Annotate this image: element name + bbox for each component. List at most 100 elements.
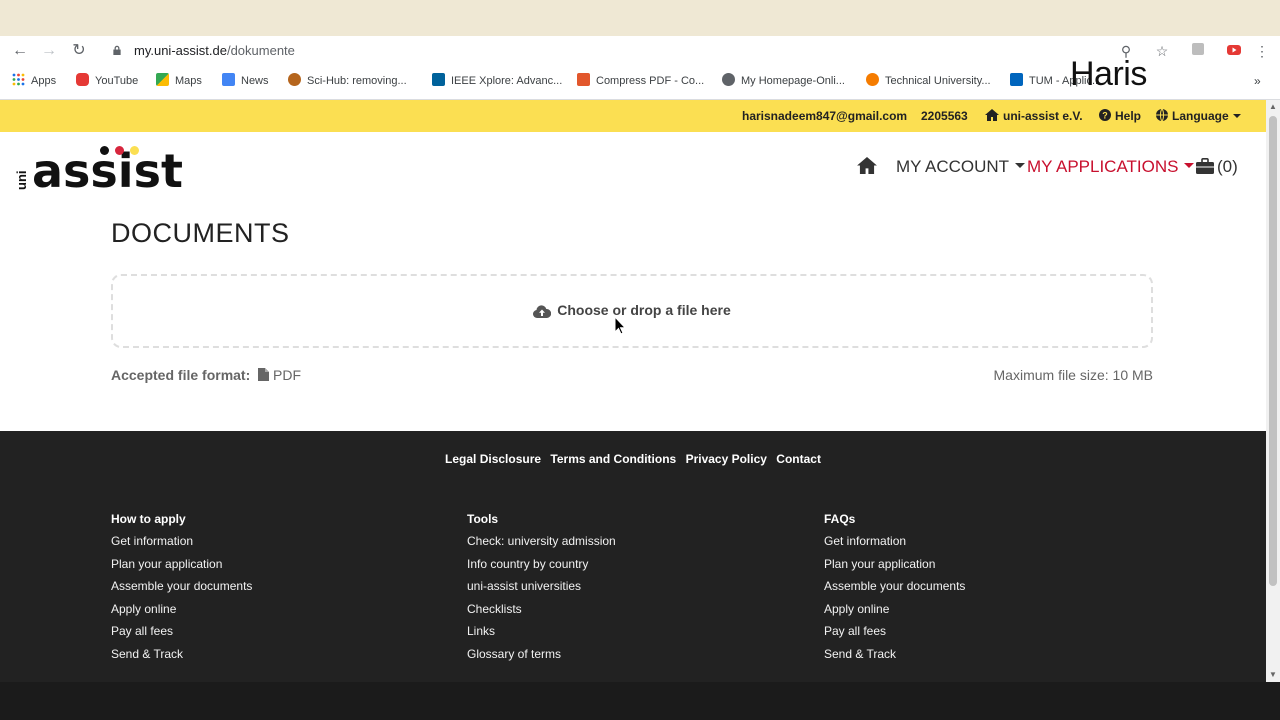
logo-dot-red — [115, 146, 124, 155]
my-applications-label: MY APPLICATIONS — [1027, 157, 1179, 176]
url-domain: my.uni-assist.de — [134, 43, 227, 58]
footer-link[interactable]: Checklists — [467, 602, 616, 625]
bookmark-apps[interactable]: Apps — [12, 73, 56, 89]
bookmark-label: Technical University... — [885, 75, 991, 87]
help-label: Help — [1115, 109, 1142, 123]
footer-link[interactable]: Assemble your documents — [824, 579, 965, 602]
bookmarks-overflow-icon[interactable]: » — [1254, 73, 1261, 89]
menu-kebab-icon[interactable]: ⋮ — [1252, 41, 1272, 61]
bookmark-label: Compress PDF - Co... — [596, 75, 705, 87]
mouse-pointer-icon — [614, 316, 626, 335]
pdf-icon — [577, 73, 590, 86]
language-dropdown[interactable]: Language — [1156, 108, 1241, 123]
max-file-size: Maximum file size: 10 MB — [993, 367, 1153, 383]
footer-link[interactable]: Get information — [824, 534, 965, 557]
back-arrow-icon[interactable]: ← — [9, 41, 31, 61]
my-applications-dropdown[interactable]: MY APPLICATIONS — [1027, 156, 1195, 178]
bookmark-label: My Homepage-Onli... — [741, 75, 845, 87]
bookmark-label: News — [241, 75, 269, 87]
youtube-extension-icon[interactable] — [1216, 41, 1252, 61]
help-link[interactable]: ? Help — [1099, 109, 1141, 123]
footer-link[interactable]: Get information — [111, 534, 252, 557]
legal-disclosure-link[interactable]: Legal Disclosure — [445, 452, 541, 466]
page-scrollbar[interactable]: ▲ ▼ — [1266, 100, 1280, 682]
page-title: DOCUMENTS — [111, 218, 290, 248]
org-home-link[interactable]: uni-assist e.V. — [985, 109, 1083, 123]
news-icon — [222, 73, 235, 86]
footer-link[interactable]: Links — [467, 624, 616, 647]
question-circle-icon: ? — [1099, 109, 1111, 121]
globe-icon — [1156, 108, 1168, 122]
terms-link[interactable]: Terms and Conditions — [550, 452, 676, 466]
footer-link[interactable]: Plan your application — [111, 557, 252, 580]
star-icon[interactable]: ☆ — [1144, 41, 1180, 61]
footer-link[interactable]: Send & Track — [111, 647, 252, 670]
footer-link[interactable]: Check: university admission — [467, 534, 616, 557]
scroll-up-arrow-icon[interactable]: ▲ — [1269, 103, 1277, 111]
apps-grid-icon — [12, 73, 25, 86]
forward-arrow-icon[interactable]: → — [38, 41, 60, 61]
footer-column-faqs: FAQs Get information Plan your applicati… — [824, 512, 965, 670]
dropzone-label-wrap: Choose or drop a file here — [113, 302, 1151, 318]
bookmark-compress-pdf[interactable]: Compress PDF - Co... — [577, 73, 704, 89]
scroll-down-arrow-icon[interactable]: ▼ — [1269, 671, 1277, 679]
bookmark-maps[interactable]: Maps — [156, 73, 202, 89]
accepted-file-format: Accepted file format: PDF — [111, 367, 301, 383]
chevron-down-icon — [1184, 163, 1195, 168]
bookmark-technical-university[interactable]: Technical University... — [866, 73, 991, 89]
my-account-label: MY ACCOUNT — [896, 157, 1010, 176]
svg-text:?: ? — [1102, 111, 1108, 121]
language-label: Language — [1172, 109, 1229, 123]
file-dropzone[interactable]: Choose or drop a file here — [111, 274, 1153, 348]
footer-link[interactable]: Glossary of terms — [467, 647, 616, 670]
youtube-icon — [76, 73, 89, 86]
footer-link[interactable]: Assemble your documents — [111, 579, 252, 602]
chevron-down-icon — [1232, 114, 1241, 118]
footer-link[interactable]: Pay all fees — [824, 624, 965, 647]
home-icon — [985, 109, 999, 121]
website-viewport: harisnadeem847@gmail.com 2205563 uni-ass… — [0, 100, 1266, 682]
legal-links: Legal Disclosure Terms and Conditions Pr… — [0, 452, 1266, 466]
footer-link[interactable]: Apply online — [824, 602, 965, 625]
bookmark-homepage[interactable]: My Homepage-Onli... — [722, 73, 845, 89]
logo-dot-yellow — [130, 146, 139, 155]
url-path: /dokumente — [226, 43, 295, 58]
bookmark-youtube[interactable]: YouTube — [76, 73, 138, 89]
footer-link[interactable]: uni-assist universities — [467, 579, 616, 602]
bookmark-label: Maps — [175, 75, 202, 87]
footer-link[interactable]: Apply online — [111, 602, 252, 625]
home-nav-button[interactable] — [857, 156, 877, 178]
home-icon — [857, 157, 877, 174]
bookmark-label: YouTube — [95, 75, 139, 87]
cart-button[interactable]: (0) — [1196, 156, 1238, 178]
bookmark-label: Apps — [31, 75, 57, 87]
chevron-down-icon — [1015, 163, 1026, 168]
uni-assist-logo[interactable]: uni assist — [14, 144, 183, 198]
bookmark-news[interactable]: News — [222, 73, 269, 89]
extension-icon[interactable] — [1180, 41, 1216, 61]
bookmark-label: IEEE Xplore: Advanc... — [451, 75, 563, 87]
org-label: uni-assist e.V. — [1003, 109, 1083, 123]
contact-link[interactable]: Contact — [776, 452, 821, 466]
footer-link[interactable]: Info country by country — [467, 557, 616, 580]
ieee-icon — [432, 73, 445, 86]
lock-icon — [113, 45, 121, 55]
bookmark-scihub[interactable]: Sci-Hub: removing... — [288, 73, 407, 89]
logo-uni-text: uni — [14, 170, 29, 191]
footer-link[interactable]: Send & Track — [824, 647, 965, 670]
footer-link[interactable]: Pay all fees — [111, 624, 252, 647]
scrollbar-thumb[interactable] — [1269, 116, 1277, 586]
privacy-policy-link[interactable]: Privacy Policy — [686, 452, 767, 466]
user-info-bar: harisnadeem847@gmail.com 2205563 uni-ass… — [0, 100, 1266, 132]
site-footer: Legal Disclosure Terms and Conditions Pr… — [0, 431, 1266, 682]
accepted-format-value: PDF — [273, 367, 302, 383]
overlay-name-text: Haris — [1070, 55, 1147, 93]
bookmark-ieee[interactable]: IEEE Xplore: Advanc... — [432, 73, 562, 89]
footer-link[interactable]: Plan your application — [824, 557, 965, 580]
address-bar[interactable]: my.uni-assist.de/dokumente — [104, 40, 1174, 62]
applicant-id: 2205563 — [921, 109, 968, 123]
reload-icon[interactable]: ↻ — [68, 41, 90, 61]
maps-icon — [156, 73, 169, 86]
my-account-dropdown[interactable]: MY ACCOUNT — [896, 156, 1026, 178]
footer-column-heading: FAQs — [824, 512, 856, 526]
